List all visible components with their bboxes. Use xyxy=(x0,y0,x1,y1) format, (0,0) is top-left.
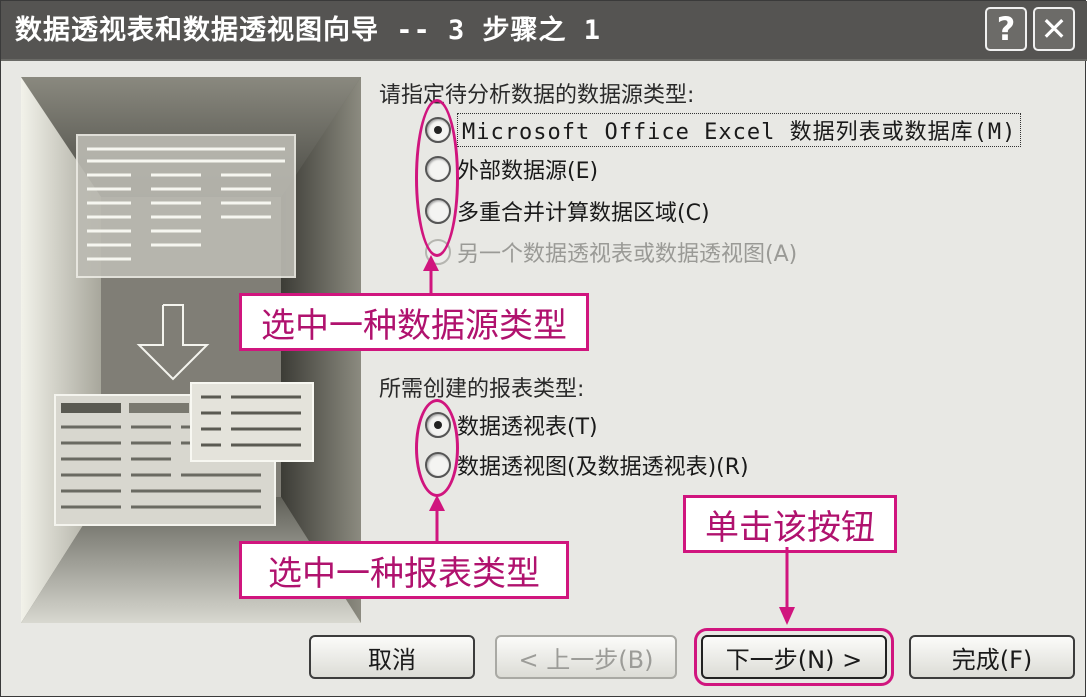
source-section-label: 请指定待分析数据的数据源类型: xyxy=(379,83,695,108)
radio-label: 外部数据源(E) xyxy=(457,159,599,184)
radio-label: Microsoft Office Excel 数据列表或数据库(M) xyxy=(457,113,1022,147)
back-button: < 上一步(B) xyxy=(495,635,677,679)
source-callout: 选中一种数据源类型 xyxy=(239,293,589,351)
report-callout-arrow xyxy=(429,495,445,541)
report-highlight-ellipse xyxy=(415,399,459,497)
source-highlight-ellipse xyxy=(415,99,459,257)
report-section-label: 所需创建的报表类型: xyxy=(379,377,585,402)
radio-label: 多重合并计算数据区域(C) xyxy=(457,201,710,226)
title-bar: 数据透视表和数据透视图向导 -- 3 步骤之 1 ? ✕ xyxy=(1,1,1087,61)
window-title: 数据透视表和数据透视图向导 -- 3 步骤之 1 xyxy=(15,15,602,46)
radio-multiple-ranges[interactable]: 多重合并计算数据区域(C) xyxy=(425,195,710,227)
finish-button[interactable]: 完成(F) xyxy=(909,635,1075,679)
source-sheet-graphic xyxy=(76,134,296,278)
button-callout-arrow xyxy=(779,547,795,625)
radio-label: 数据透视图(及数据透视表)(R) xyxy=(457,455,749,480)
next-button[interactable]: 下一步(N) > xyxy=(694,628,894,686)
help-button[interactable]: ? xyxy=(985,7,1027,51)
radio-label: 另一个数据透视表或数据透视图(A) xyxy=(457,242,798,267)
wizard-dialog: 数据透视表和数据透视图向导 -- 3 步骤之 1 ? ✕ 请指定待分析数据的数据… xyxy=(0,0,1087,697)
close-button[interactable]: ✕ xyxy=(1033,7,1075,51)
source-callout-arrow xyxy=(423,255,439,295)
cancel-button[interactable]: 取消 xyxy=(309,635,475,679)
pivot-table-graphic xyxy=(54,382,314,526)
radio-excel-list[interactable]: Microsoft Office Excel 数据列表或数据库(M) xyxy=(425,113,1022,147)
radio-pivot-chart[interactable]: 数据透视图(及数据透视表)(R) xyxy=(425,449,749,481)
button-callout: 单击该按钮 xyxy=(683,495,897,553)
radio-another-pivot: 另一个数据透视表或数据透视图(A) xyxy=(425,236,797,268)
radio-label: 数据透视表(T) xyxy=(457,415,598,440)
report-callout: 选中一种报表类型 xyxy=(239,541,569,599)
